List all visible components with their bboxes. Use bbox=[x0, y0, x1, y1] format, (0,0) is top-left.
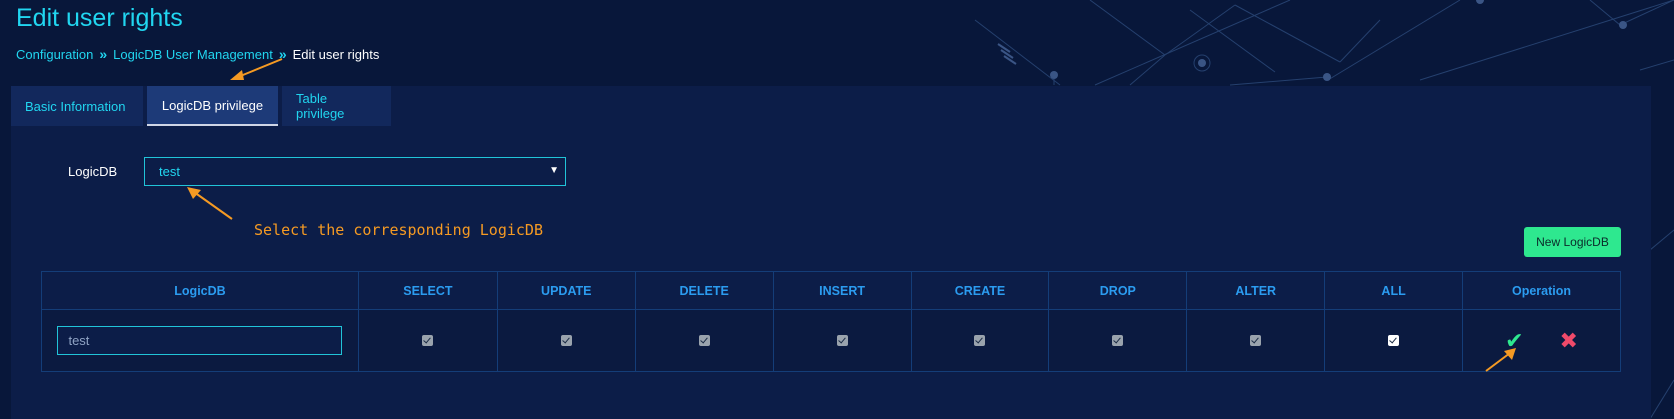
all-cell bbox=[1324, 309, 1464, 372]
drop-cell bbox=[1048, 309, 1188, 372]
breadcrumb-current: Edit user rights bbox=[292, 46, 380, 62]
alter-cell bbox=[1186, 309, 1326, 372]
column-header-create: CREATE bbox=[910, 271, 1050, 310]
select-checkbox[interactable] bbox=[422, 334, 434, 346]
tab-logicdb-privilege[interactable]: LogicDB privilege bbox=[147, 86, 278, 126]
privilege-table: LogicDB SELECT UPDATE DELETE INSERT CREA… bbox=[41, 271, 1621, 372]
table-row: test ✔ ✖ bbox=[41, 309, 1621, 372]
all-checkbox[interactable] bbox=[1388, 334, 1400, 346]
delete-cell bbox=[634, 309, 774, 372]
select-cell bbox=[357, 309, 498, 372]
update-checkbox[interactable] bbox=[560, 334, 572, 346]
column-header-insert: INSERT bbox=[772, 271, 912, 310]
column-header-update: UPDATE bbox=[496, 271, 636, 310]
create-checkbox[interactable] bbox=[974, 334, 986, 346]
logicdb-name-input[interactable]: test bbox=[57, 326, 343, 355]
new-logicdb-button[interactable]: New LogicDB bbox=[1524, 227, 1621, 257]
breadcrumb-configuration[interactable]: Configuration bbox=[16, 47, 93, 62]
table-header-row: LogicDB SELECT UPDATE DELETE INSERT CREA… bbox=[41, 271, 1621, 310]
tab-basic-information[interactable]: Basic Information bbox=[11, 86, 143, 126]
logicdb-cell: test bbox=[41, 309, 359, 372]
logicdb-label: LogicDB bbox=[68, 164, 118, 179]
insert-cell bbox=[772, 309, 912, 372]
annotation-arrow-icon bbox=[187, 187, 233, 220]
column-header-drop: DROP bbox=[1048, 271, 1188, 310]
close-icon[interactable]: ✖ bbox=[1560, 329, 1578, 352]
annotation-arrow-icon bbox=[230, 58, 283, 80]
column-header-delete: DELETE bbox=[634, 271, 774, 310]
column-header-logicdb: LogicDB bbox=[41, 271, 359, 310]
tab-bar: Basic Information LogicDB privilege Tabl… bbox=[11, 86, 395, 127]
alter-checkbox[interactable] bbox=[1250, 334, 1262, 346]
breadcrumb-separator-icon: » bbox=[99, 46, 108, 62]
drop-checkbox[interactable] bbox=[1112, 334, 1124, 346]
logicdb-select[interactable]: test ▼ bbox=[144, 157, 566, 186]
tab-table-privilege[interactable]: Table privilege bbox=[282, 86, 391, 126]
update-cell bbox=[496, 309, 636, 372]
column-header-operation: Operation bbox=[1462, 271, 1621, 310]
annotation-text: Select the corresponding LogicDB bbox=[254, 221, 543, 239]
caret-down-icon: ▼ bbox=[549, 165, 559, 176]
column-header-all: ALL bbox=[1324, 271, 1464, 310]
create-cell bbox=[910, 309, 1050, 372]
delete-checkbox[interactable] bbox=[698, 334, 710, 346]
page-title: Edit user rights bbox=[16, 4, 183, 32]
column-header-alter: ALTER bbox=[1186, 271, 1326, 310]
column-header-select: SELECT bbox=[357, 271, 498, 310]
insert-checkbox[interactable] bbox=[836, 334, 848, 346]
annotation-arrow-icon bbox=[1485, 348, 1516, 372]
logicdb-select-value: test bbox=[159, 164, 180, 179]
breadcrumb: Configuration » LogicDB User Management … bbox=[16, 46, 379, 62]
